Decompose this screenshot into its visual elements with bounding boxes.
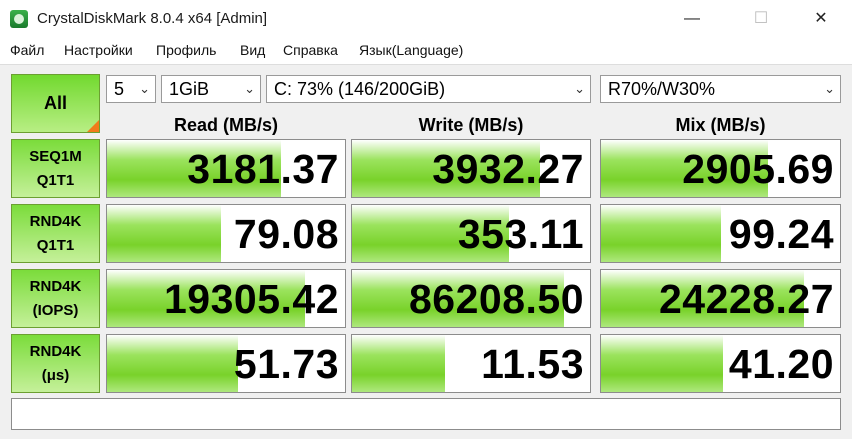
seq1m-write-value: 3932.27 — [432, 146, 584, 192]
rnd4k-iops-read-cell: 19305.42 — [106, 269, 346, 328]
row-label-line2: Q1T1 — [36, 171, 75, 189]
row-label-line1: RND4K — [29, 277, 82, 295]
rnd4k-latency-button[interactable]: RND4K (μs) — [11, 334, 100, 393]
mix-ratio-value: R70%/W30% — [608, 79, 716, 99]
chevron-down-icon: ⌄ — [824, 81, 835, 96]
seq1m-read-cell: 3181.37 — [106, 139, 346, 198]
title-bar: CrystalDiskMark 8.0.4 x64 [Admin] — ☐ ✕ — [0, 0, 852, 38]
seq1m-write-cell: 3932.27 — [351, 139, 591, 198]
rnd4k-latency-mix-value: 41.20 — [728, 341, 834, 387]
minimize-button[interactable]: — — [669, 0, 715, 38]
score-bar — [352, 335, 445, 392]
read-header: Read (MB/s) — [173, 115, 278, 135]
rnd4k-q1t1-read-cell: 79.08 — [106, 204, 346, 263]
rnd4k-q1t1-write-value: 353.11 — [457, 211, 584, 257]
rnd4k-iops-write-value: 86208.50 — [408, 276, 584, 322]
row-label-line2: Q1T1 — [36, 236, 75, 254]
rnd4k-latency-write-value: 11.53 — [481, 341, 584, 387]
corner-marker-icon — [87, 120, 99, 132]
seq1m-mix-value: 2905.69 — [682, 146, 834, 192]
rnd4k-iops-read-value: 19305.42 — [163, 276, 339, 322]
score-bar — [601, 205, 721, 262]
mix-ratio-select[interactable]: R70%/W30% ⌄ — [600, 75, 841, 103]
rnd4k-iops-write-cell: 86208.50 — [351, 269, 591, 328]
drive-value: C: 73% (146/200GiB) — [274, 79, 446, 99]
chevron-down-icon: ⌄ — [139, 81, 150, 96]
menu-profile[interactable]: Профиль — [156, 42, 216, 58]
test-size-select[interactable]: 1GiB ⌄ — [161, 75, 261, 103]
score-bar — [107, 205, 222, 262]
rnd4k-latency-mix-cell: 41.20 — [600, 334, 841, 393]
rnd4k-latency-write-cell: 11.53 — [351, 334, 591, 393]
chevron-down-icon: ⌄ — [574, 81, 585, 96]
menu-file[interactable]: Файл — [10, 42, 44, 58]
rnd4k-latency-read-cell: 51.73 — [106, 334, 346, 393]
seq1m-q1t1-button[interactable]: SEQ1M Q1T1 — [11, 139, 100, 198]
chevron-down-icon: ⌄ — [244, 81, 255, 96]
close-button[interactable]: ✕ — [798, 0, 844, 38]
rnd4k-iops-mix-value: 24228.27 — [658, 276, 834, 322]
rnd4k-q1t1-write-cell: 353.11 — [351, 204, 591, 263]
test-count-value: 5 — [114, 79, 125, 99]
score-bar — [107, 335, 238, 392]
menu-bar: Файл Настройки Профиль Вид Справка Язык(… — [0, 38, 852, 65]
row-label-line1: RND4K — [29, 212, 82, 230]
mix-header: Mix (MB/s) — [675, 115, 766, 135]
menu-settings[interactable]: Настройки — [64, 42, 133, 58]
write-header: Write (MB/s) — [418, 115, 524, 135]
test-size-value: 1GiB — [169, 79, 210, 99]
all-button[interactable]: All — [11, 74, 100, 133]
score-bar — [601, 335, 723, 392]
rnd4k-q1t1-mix-value: 99.24 — [728, 211, 834, 257]
row-label-line2: (IOPS) — [32, 301, 79, 319]
rnd4k-latency-read-value: 51.73 — [233, 341, 339, 387]
rnd4k-q1t1-read-value: 79.08 — [233, 211, 339, 257]
window-title: CrystalDiskMark 8.0.4 x64 [Admin] — [37, 10, 268, 27]
maximize-button[interactable]: ☐ — [738, 0, 784, 38]
drive-select[interactable]: C: 73% (146/200GiB) ⌄ — [266, 75, 591, 103]
row-label-line1: RND4K — [29, 342, 82, 360]
seq1m-read-value: 3181.37 — [187, 146, 339, 192]
menu-language[interactable]: Язык(Language) — [359, 42, 463, 58]
row-label-line1: SEQ1M — [29, 147, 82, 165]
comment-field[interactable] — [11, 398, 841, 430]
menu-help[interactable]: Справка — [283, 42, 338, 58]
seq1m-mix-cell: 2905.69 — [600, 139, 841, 198]
row-label-line2: (μs) — [41, 366, 70, 384]
rnd4k-iops-button[interactable]: RND4K (IOPS) — [11, 269, 100, 328]
rnd4k-iops-mix-cell: 24228.27 — [600, 269, 841, 328]
rnd4k-q1t1-mix-cell: 99.24 — [600, 204, 841, 263]
menu-view[interactable]: Вид — [240, 42, 265, 58]
all-button-label: All — [43, 93, 67, 113]
test-count-select[interactable]: 5 ⌄ — [106, 75, 156, 103]
rnd4k-q1t1-button[interactable]: RND4K Q1T1 — [11, 204, 100, 263]
app-icon — [10, 10, 28, 28]
